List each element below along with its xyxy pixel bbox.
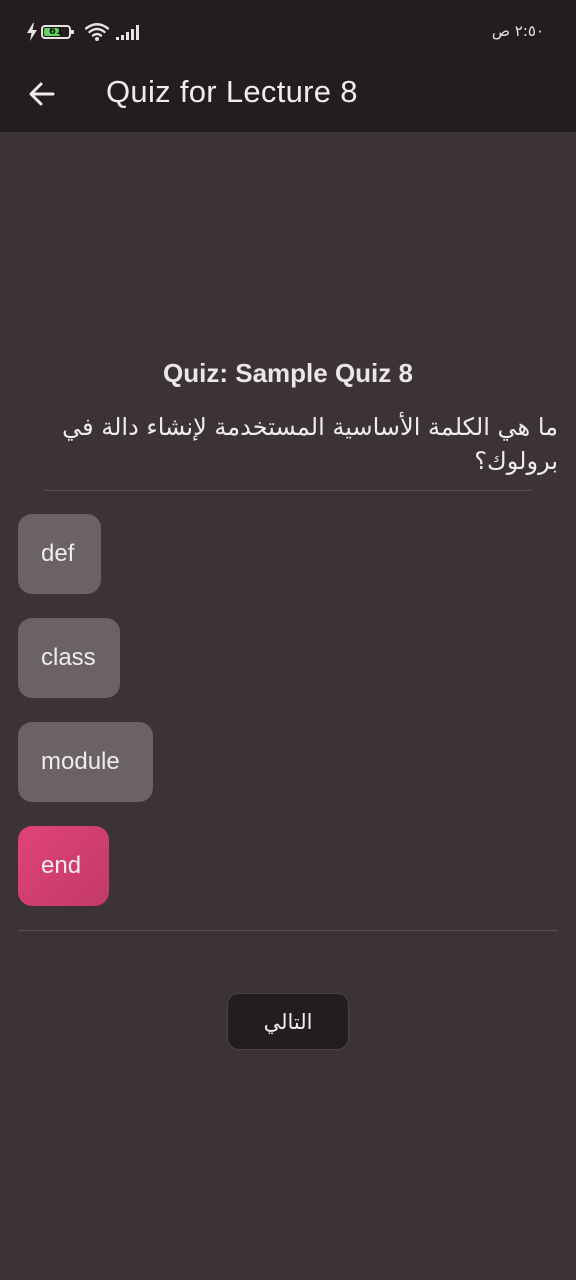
signal-icon [116, 25, 139, 40]
battery-tip [71, 30, 74, 34]
battery-icon: 61 [41, 25, 74, 39]
app-bar: Quiz for Lecture 8 [0, 60, 576, 132]
option-label: module [41, 748, 120, 775]
divider [18, 930, 558, 931]
option-def[interactable]: def [18, 514, 101, 594]
status-bar: 61 ٢:٥٠ ص [0, 0, 576, 60]
next-button-label: التالي [263, 1009, 313, 1034]
page-title: Quiz for Lecture 8 [106, 74, 358, 109]
status-time: ٢:٥٠ ص [491, 22, 544, 40]
next-button[interactable]: التالي [227, 993, 349, 1050]
charging-icon [27, 23, 37, 41]
back-button[interactable] [18, 70, 66, 118]
status-icons: 61 [26, 21, 141, 43]
quiz-title: Quiz: Sample Quiz 8 [163, 358, 413, 388]
option-label: end [41, 852, 82, 879]
divider [44, 490, 532, 491]
option-end[interactable]: end [18, 826, 109, 906]
option-label: def [41, 540, 75, 567]
arrow-left-icon [29, 82, 55, 106]
question-text: ما هي الكلمة الأساسية المستخدمة لإنشاء د… [62, 413, 558, 475]
option-module[interactable]: module [18, 722, 153, 802]
wifi-icon [85, 23, 109, 41]
option-class[interactable]: class [18, 618, 120, 698]
option-label: class [41, 644, 96, 671]
battery-level: 61 [49, 26, 63, 37]
